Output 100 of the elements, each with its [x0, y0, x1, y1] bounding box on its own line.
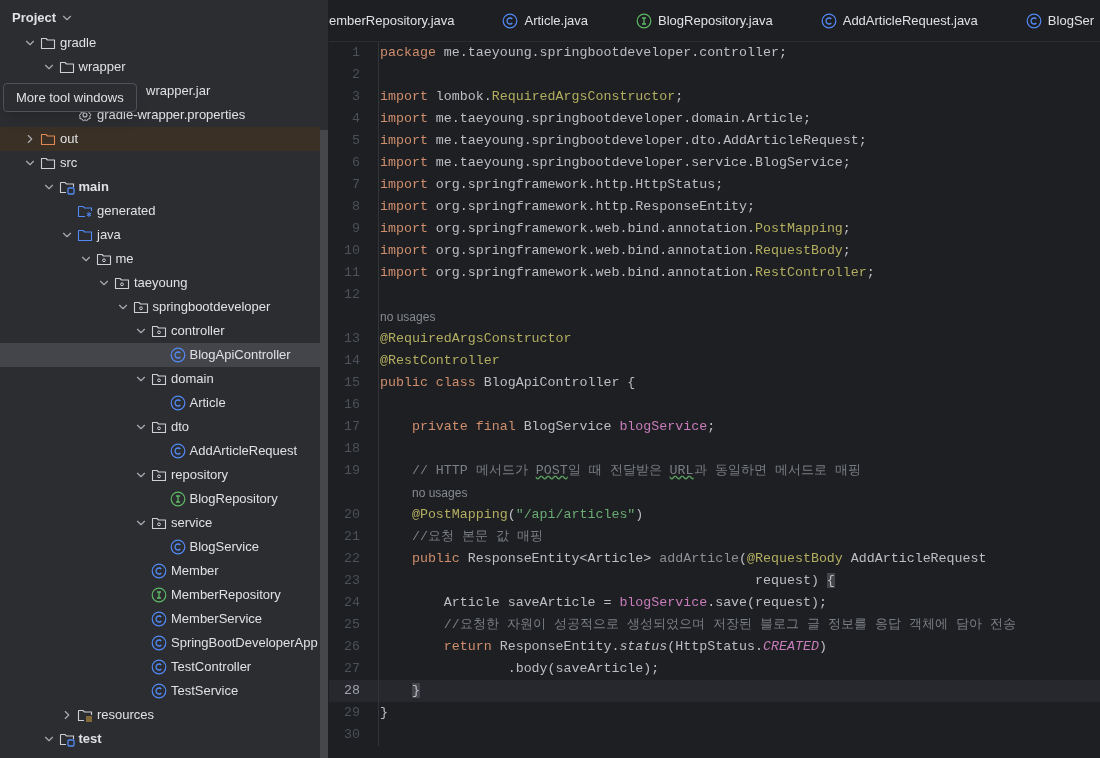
- package-icon: [151, 515, 167, 531]
- tree-item-label: TestService: [171, 682, 239, 701]
- folder-icon: [77, 227, 93, 243]
- tree-item[interactable]: MemberService: [0, 607, 320, 631]
- class-icon: [151, 611, 167, 627]
- class-icon: [169, 443, 186, 459]
- code-line: import lombok.RequiredArgsConstructor;: [380, 88, 684, 107]
- tree-item[interactable]: gradle: [0, 35, 320, 55]
- usage-hint[interactable]: no usages: [379, 308, 436, 326]
- editor-tab[interactable]: BlogSer: [1001, 0, 1100, 41]
- editor-tab[interactable]: emberRepository.java: [329, 0, 479, 41]
- code-line: return ResponseEntity.status(HttpStatus.CREATED): [442, 638, 827, 657]
- tree-item[interactable]: BlogRepository: [0, 487, 320, 511]
- tree-item[interactable]: out: [0, 127, 320, 151]
- tree-item-label: TestController: [171, 658, 252, 677]
- class-icon: [151, 635, 167, 651]
- class-icon: [169, 539, 186, 555]
- tree-item[interactable]: controller: [0, 319, 320, 343]
- code-line: .body(saveArticle);: [506, 660, 660, 679]
- tree-item-label: me: [115, 250, 134, 269]
- tree-item[interactable]: wrapper.jar: [146, 79, 320, 103]
- tree-item-label: out: [60, 130, 79, 149]
- code-line: import me.taeyoung.springbootdeveloper.service.BlogService;: [380, 154, 851, 173]
- class-icon: [151, 659, 167, 675]
- class-icon: [820, 12, 837, 29]
- tree-item-label: MemberService: [171, 610, 263, 629]
- source-folder-icon: [58, 179, 75, 195]
- tree-item-label: service: [171, 514, 213, 533]
- tree-item[interactable]: Member: [0, 559, 320, 583]
- tree-item[interactable]: AddArticleRequest: [0, 439, 320, 463]
- tree-item[interactable]: wrapper: [0, 55, 320, 79]
- tree-item[interactable]: TestService: [0, 679, 320, 703]
- package-icon: [151, 371, 167, 387]
- tree-item-label: BlogService: [189, 538, 259, 557]
- tree-item[interactable]: src: [0, 151, 320, 175]
- tree-item[interactable]: test: [0, 727, 320, 751]
- interface-icon: [636, 12, 653, 29]
- tree-item-label: Member: [171, 562, 219, 581]
- tree-item-label: SpringBootDeveloperApp: [171, 634, 318, 653]
- generated-folder-icon: [77, 203, 93, 219]
- class-icon: [1025, 12, 1042, 29]
- tree-item[interactable]: main: [0, 175, 320, 199]
- tree-item[interactable]: BlogApiController: [0, 343, 320, 367]
- tree-item[interactable]: generated: [0, 199, 320, 223]
- class-icon: [151, 683, 167, 699]
- tree-item[interactable]: SpringBootDeveloperApp: [0, 631, 320, 655]
- interface-icon: [169, 491, 186, 507]
- tree-item-label: main: [78, 178, 109, 197]
- tree-item[interactable]: springbootdeveloper: [0, 295, 320, 319]
- tree-item[interactable]: me: [0, 247, 320, 271]
- code-line: package me.taeyoung.springbootdeveloper.controller;: [380, 44, 787, 63]
- interface-icon: [151, 587, 167, 603]
- folder-icon: [40, 155, 56, 171]
- tree-item[interactable]: Article: [0, 391, 320, 415]
- package-icon: [114, 275, 130, 291]
- usage-hint[interactable]: no usages: [379, 484, 468, 502]
- code-line: //요청한 자원이 성공적으로 생성되었으며 저장된 블로그 글 정보를 응답 객체에 담아 전송: [442, 616, 1016, 635]
- class-icon: [169, 347, 186, 363]
- tree-item[interactable]: service: [0, 511, 320, 535]
- tree-item[interactable]: dto: [0, 415, 320, 439]
- folder-icon: [40, 35, 56, 51]
- code-line: public ResponseEntity<Article> addArticle(@RequestBody AddArticleRequest: [410, 550, 987, 569]
- code-line: import org.springframework.web.bind.annotation.RequestBody;: [380, 242, 851, 261]
- editor-tab[interactable]: Article.java: [478, 0, 613, 41]
- tree-item[interactable]: TestController: [0, 655, 320, 679]
- tree-item[interactable]: domain: [0, 367, 320, 391]
- tree-item-label: springbootdeveloper: [152, 298, 271, 317]
- project-dropdown[interactable]: Project: [12, 7, 75, 28]
- tree-item-label: wrapper.jar: [146, 82, 211, 101]
- tree-item[interactable]: taeyoung: [0, 271, 320, 295]
- tree-item-label: BlogRepository: [189, 490, 278, 509]
- tree-item-label: java: [97, 226, 121, 245]
- class-icon: [169, 395, 186, 411]
- code-line: import org.springframework.web.bind.annotation.RestController;: [380, 264, 875, 283]
- package-icon: [151, 323, 167, 339]
- tree-item[interactable]: resources: [0, 703, 320, 727]
- code-line: request) {: [754, 572, 835, 591]
- tree-item-label: src: [60, 154, 78, 173]
- tree-item[interactable]: repository: [0, 463, 320, 487]
- package-icon: [132, 299, 149, 315]
- tree-item[interactable]: BlogService: [0, 535, 320, 559]
- code-line: public class BlogApiController {: [380, 374, 636, 393]
- source-folder-icon: [58, 731, 75, 747]
- code-line: import me.taeyoung.springbootdeveloper.domain.Article;: [380, 110, 811, 129]
- scrollbar[interactable]: [320, 130, 328, 758]
- tree-item[interactable]: java: [0, 223, 320, 247]
- tree-item-label: dto: [171, 418, 190, 437]
- package-icon: [95, 251, 112, 267]
- code-line: import me.taeyoung.springbootdeveloper.dto.AddArticleRequest;: [380, 132, 867, 151]
- tree-item-label: wrapper: [78, 58, 126, 77]
- editor-tab[interactable]: BlogRepository.java: [612, 0, 797, 41]
- tree-item-label: MemberRepository: [171, 586, 281, 605]
- code-line: @RequiredArgsConstructor: [380, 330, 572, 349]
- class-icon: [151, 563, 167, 579]
- code-line: @PostMapping("/api/articles"): [410, 506, 644, 525]
- tree-item[interactable]: MemberRepository: [0, 583, 320, 607]
- tree-item-label: test: [78, 730, 102, 749]
- editor-tab[interactable]: AddArticleRequest.java: [796, 0, 1002, 41]
- code-line: // HTTP 메서드가 POST일 때 전달받은 URL과 동일하면 메서드로 매핑: [410, 462, 861, 481]
- folder-icon: [58, 59, 75, 75]
